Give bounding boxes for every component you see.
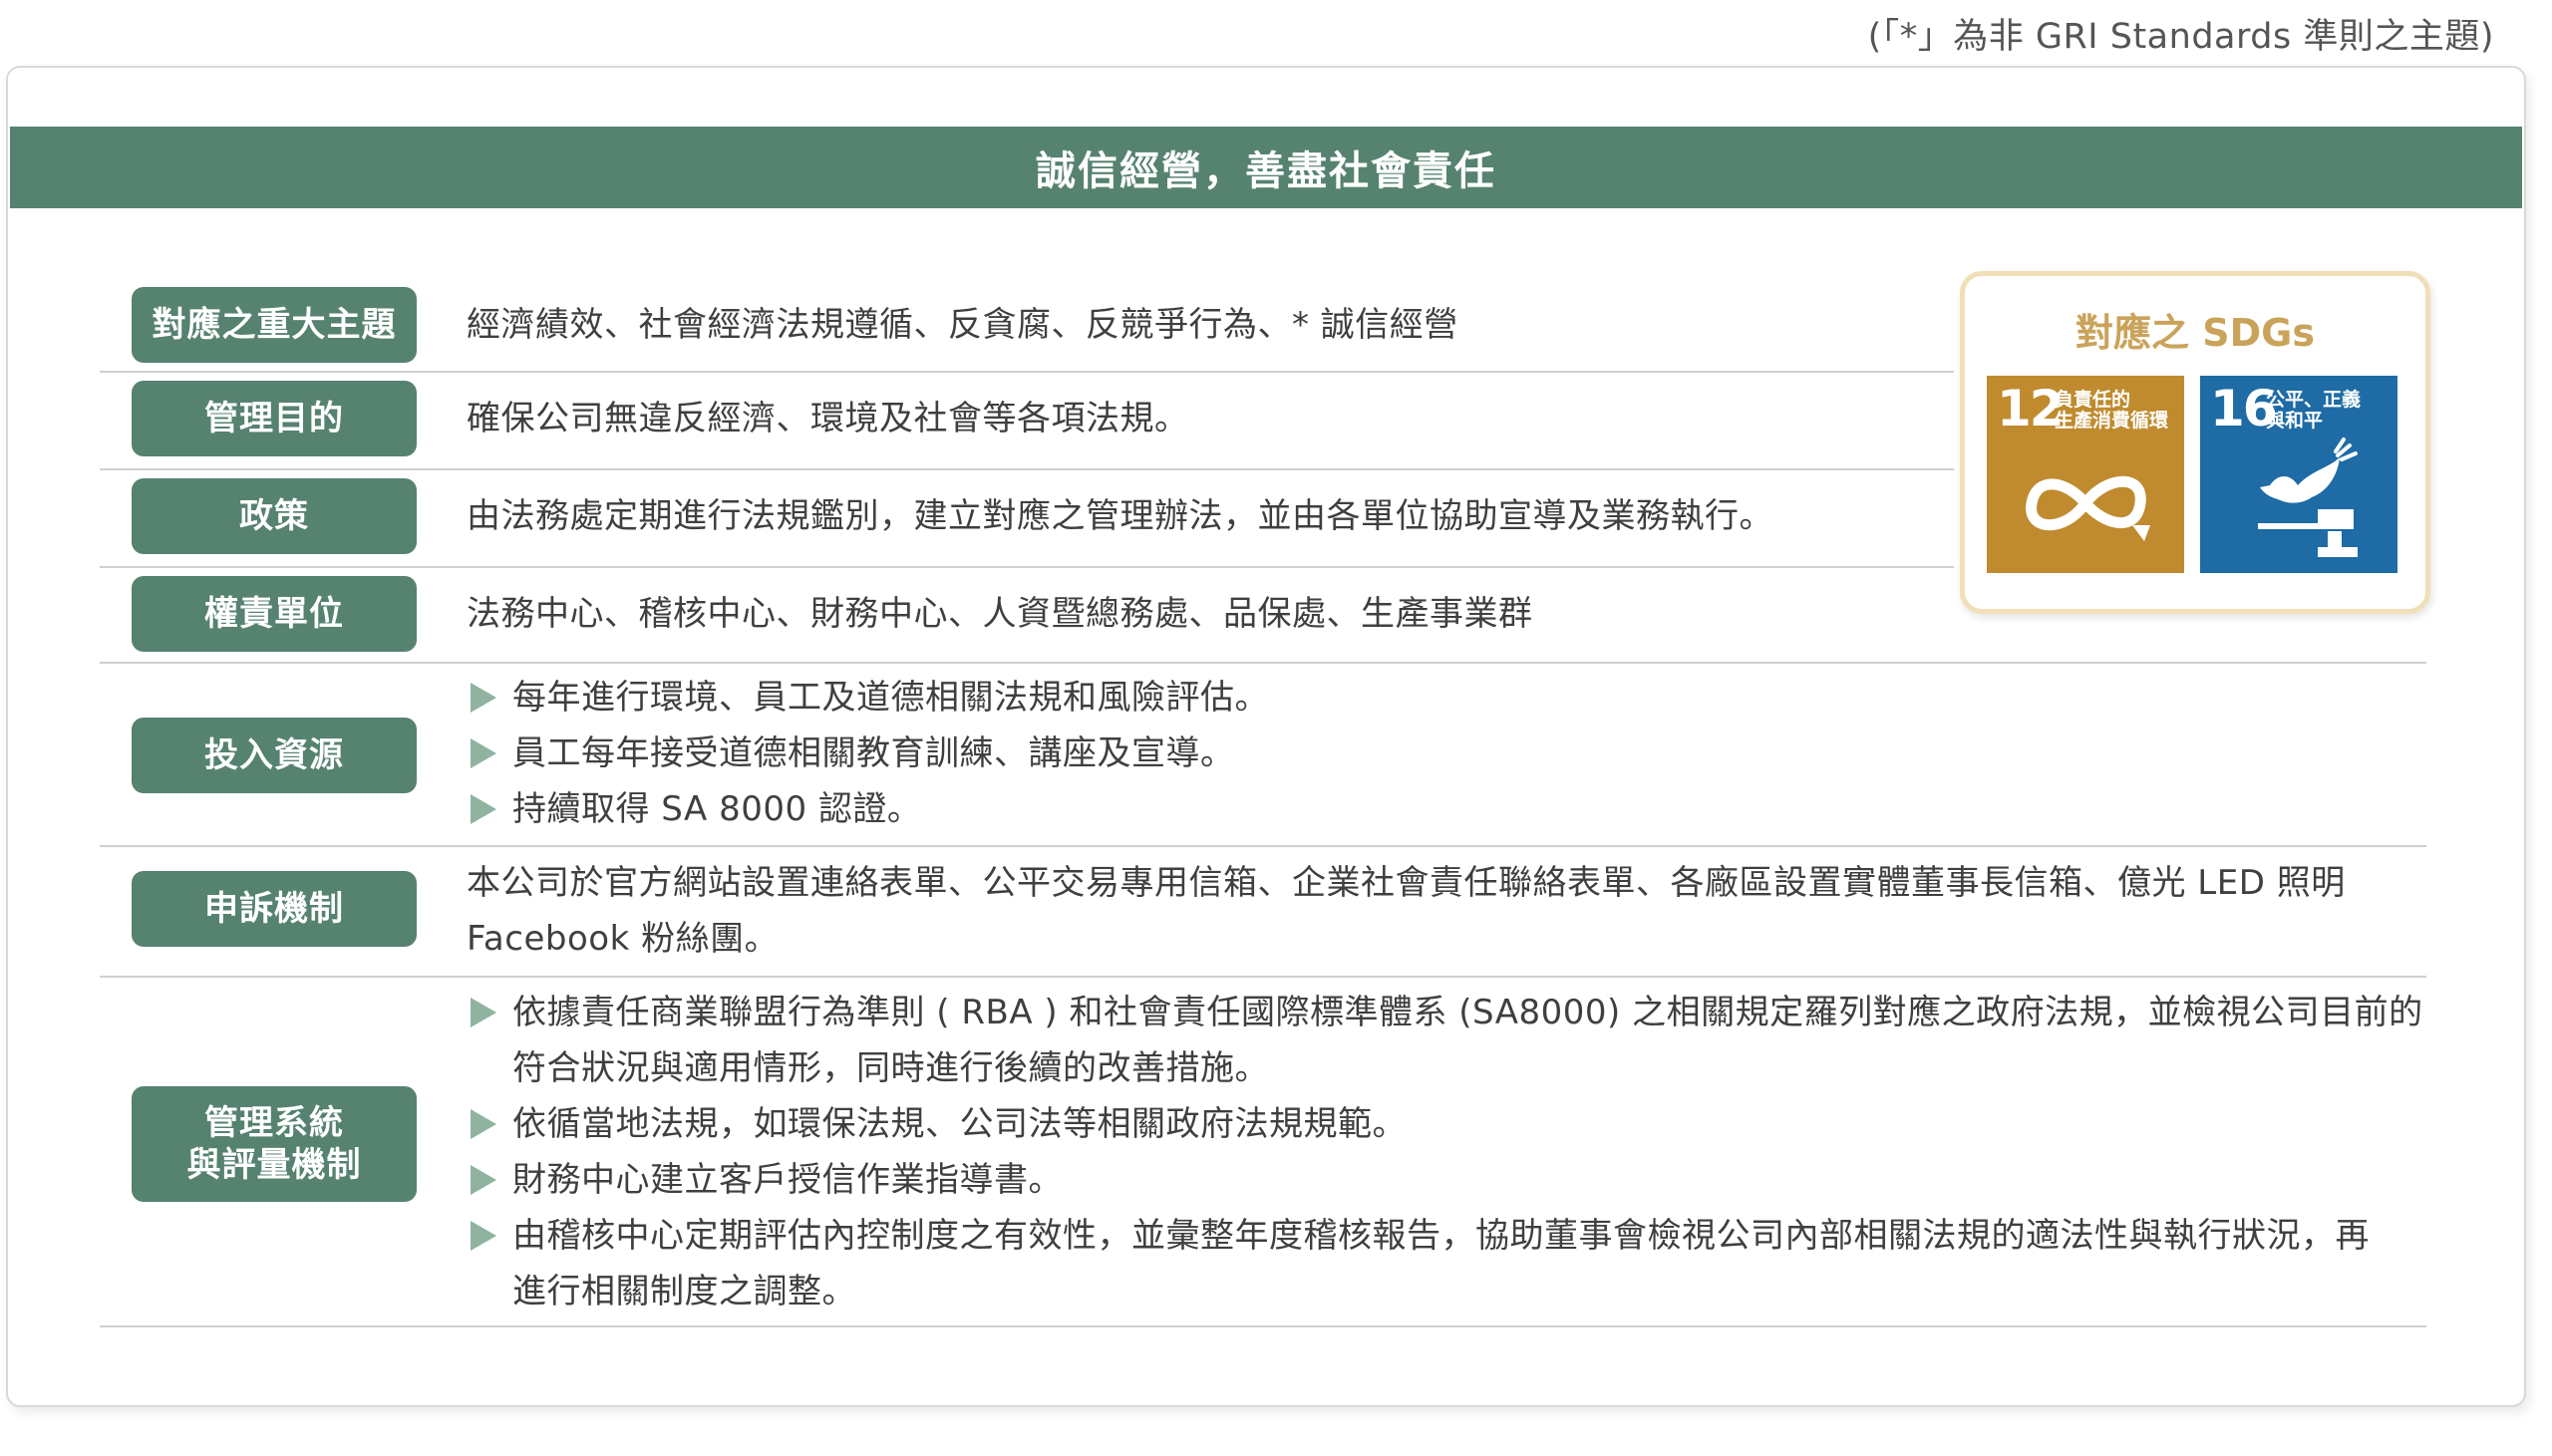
sdg-title: 對應之 SDGs [2075,311,2315,355]
sdg-panel: 對應之 SDGs 12 負責任的 生產消費循環 16 公平、正義 與和平 [1960,271,2430,614]
dove-gavel-icon [2258,437,2358,557]
gri-footnote: (「*」為非 GRI Standards 準則之主題) [1867,17,2494,57]
sdg-tile-12: 12 負責任的 生產消費循環 [1987,376,2184,573]
banner-title: 誠信經營，善盡社會責任 [10,127,2522,208]
infinity-loop-icon [2026,475,2150,541]
sdg-tile-16: 16 公平、正義 與和平 [2200,376,2397,573]
summary-card: 誠信經營，善盡社會責任 對應之 SDGs 12 負責任的 生產消費循環 16 公… [6,66,2526,1407]
